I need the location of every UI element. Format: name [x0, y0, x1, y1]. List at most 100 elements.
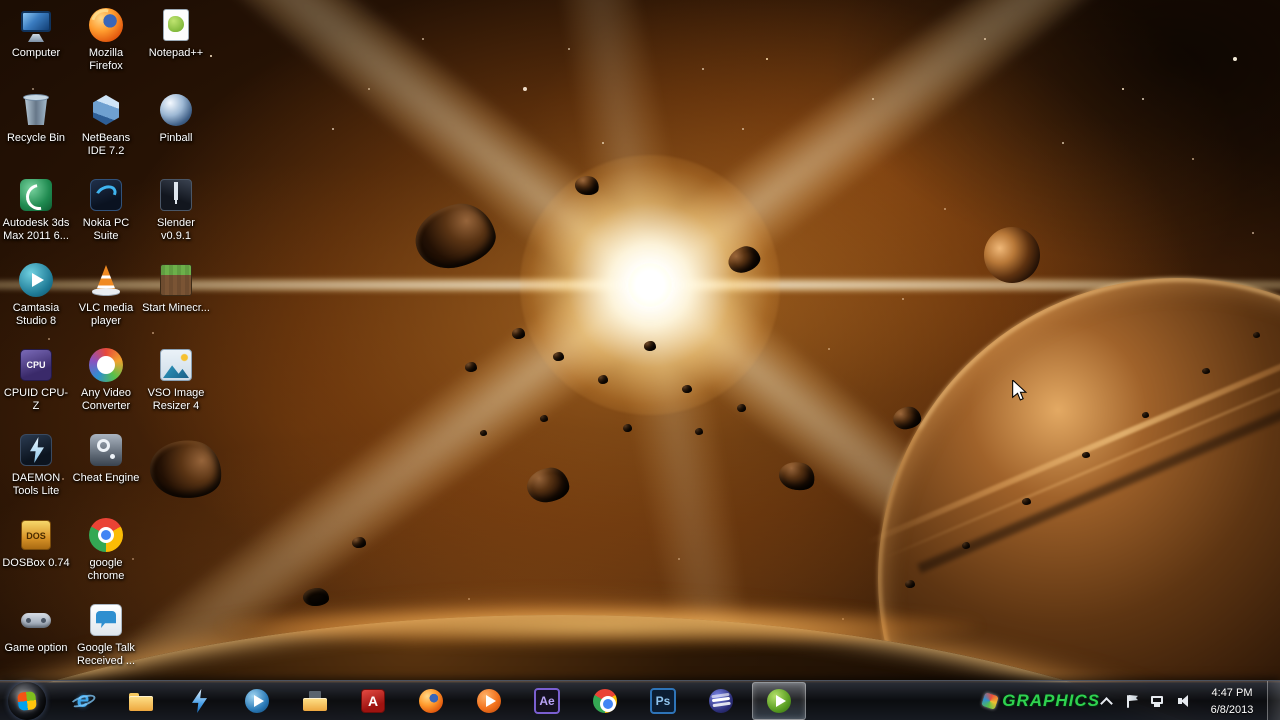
- desktop-icon-label: Autodesk 3ds Max 2011 6...: [2, 217, 70, 243]
- network-icon[interactable]: [1150, 693, 1166, 709]
- desktop-icon-label: Camtasia Studio 8: [12, 302, 60, 328]
- desktop-icon-label: Game option: [4, 642, 68, 654]
- slender-icon: [157, 176, 195, 214]
- desktop-icon-vlc[interactable]: VLC media player: [71, 261, 141, 329]
- desktop-icon-game-option[interactable]: Game option: [1, 601, 71, 655]
- desktop-icon-firefox[interactable]: Mozilla Firefox: [71, 6, 141, 74]
- asteroid: [540, 415, 548, 422]
- asteroid: [465, 362, 477, 372]
- desktop-icon-netbeans[interactable]: NetBeans IDE 7.2: [71, 91, 141, 159]
- asteroid: [598, 375, 608, 384]
- start-button[interactable]: [8, 682, 46, 720]
- desktop-icon-start-minecraft[interactable]: Start Minecr...: [141, 261, 211, 315]
- system-tray: [1098, 681, 1192, 720]
- media-player-icon: [243, 687, 271, 715]
- show-desktop-button[interactable]: [1267, 681, 1280, 720]
- star-core: [628, 263, 672, 307]
- folder-icon: [127, 687, 155, 715]
- netbeans-icon: [87, 91, 125, 129]
- taskbar-item-firefox[interactable]: [404, 682, 458, 720]
- asteroid: [1082, 452, 1090, 458]
- taskbar-item-chrome[interactable]: [578, 682, 632, 720]
- minecraft-icon: [157, 261, 195, 299]
- taskbar-item-camtasia-recorder[interactable]: [752, 682, 806, 720]
- desktop-icon-recycle-bin[interactable]: Recycle Bin: [1, 91, 71, 145]
- desktop-icon-label: VLC media player: [78, 302, 134, 328]
- desktop-icon-label: Slender v0.9.1: [157, 217, 195, 243]
- any-video-converter-icon: [87, 346, 125, 384]
- asteroid: [623, 424, 632, 432]
- taskbar-item-eclipse[interactable]: [694, 682, 748, 720]
- vso-image-resizer-icon: [157, 346, 195, 384]
- dosbox-icon: DOS: [17, 516, 55, 554]
- taskbar-item-after-effects[interactable]: Ae: [520, 682, 574, 720]
- desktop-icon-chrome[interactable]: google chrome: [71, 516, 141, 584]
- cpu-z-icon: CPU: [17, 346, 55, 384]
- action-center-icon[interactable]: [1124, 693, 1140, 709]
- video-watermark: GRAPHICS: [981, 691, 1100, 711]
- asteroid: [905, 580, 915, 588]
- desktop-icon-nokia-pc-suite[interactable]: Nokia PC Suite: [71, 176, 141, 244]
- asteroid: [553, 352, 564, 361]
- asteroid: [1202, 368, 1210, 374]
- desktop-icon-google-talk[interactable]: Google Talk Received ...: [71, 601, 141, 669]
- media-player-orange-icon: [475, 687, 503, 715]
- show-hidden-icons-button[interactable]: [1098, 693, 1114, 709]
- asteroid: [352, 537, 366, 548]
- computer-icon: [17, 6, 55, 44]
- desktop-icon-camtasia-studio[interactable]: Camtasia Studio 8: [1, 261, 71, 329]
- taskbar-item-photoshop[interactable]: Ps: [636, 682, 690, 720]
- desktop-icon-label: NetBeans IDE 7.2: [81, 132, 131, 158]
- desktop-icon-slender[interactable]: Slender v0.9.1: [141, 176, 211, 244]
- desktop-icon-label: Nokia PC Suite: [82, 217, 130, 243]
- chrome-icon: [591, 687, 619, 715]
- desktop-icon-label: google chrome: [87, 557, 125, 583]
- desktop-icon-cpu-z[interactable]: CPU CPUID CPU-Z: [1, 346, 71, 414]
- stars-layer: [0, 0, 2, 2]
- desktop-icon-pinball[interactable]: Pinball: [141, 91, 211, 145]
- desktop-icon-label: VSO Image Resizer 4: [147, 387, 205, 413]
- firefox-icon: [417, 687, 445, 715]
- taskbar-item-adobe-reader[interactable]: A: [346, 682, 400, 720]
- desktop-icon-cheat-engine[interactable]: Cheat Engine: [71, 431, 141, 485]
- asteroid: [1253, 332, 1260, 338]
- taskbar-item-windows-explorer[interactable]: [114, 682, 168, 720]
- desktop-icon-any-video-converter[interactable]: Any Video Converter: [71, 346, 141, 414]
- watermark-logo-icon: [981, 692, 1000, 710]
- taskbar-item-documents-folder[interactable]: [288, 682, 342, 720]
- desktop-icon-vso-image-resizer[interactable]: VSO Image Resizer 4: [141, 346, 211, 414]
- taskbar-clock[interactable]: 4:47 PM 6/8/2013: [1200, 685, 1264, 718]
- taskbar-item-internet-explorer[interactable]: e: [56, 682, 110, 720]
- autodesk-3ds-max-icon: [17, 176, 55, 214]
- desktop-icon-dosbox[interactable]: DOS DOSBox 0.74: [1, 516, 71, 570]
- cpu-z-icon-text: CPU: [26, 360, 46, 370]
- taskbar-item-thunder-downloader[interactable]: [172, 682, 226, 720]
- desktop-icon-label: Recycle Bin: [6, 132, 66, 144]
- desktop-icon-label: Google Talk Received ...: [76, 642, 136, 668]
- desktop-icon-label: DOSBox 0.74: [2, 557, 70, 569]
- notepad-plus-plus-icon: [157, 6, 195, 44]
- asteroid: [480, 430, 487, 436]
- desktop-icon-autodesk-3ds-max[interactable]: Autodesk 3ds Max 2011 6...: [1, 176, 71, 244]
- desktop-icon-label: Any Video Converter: [81, 387, 131, 413]
- volume-icon[interactable]: [1176, 693, 1192, 709]
- recycle-bin-icon: [17, 91, 55, 129]
- asteroid: [512, 328, 525, 339]
- ie-icon-text: e: [76, 687, 90, 712]
- pinball-icon: [157, 91, 195, 129]
- documents-folder-icon: [301, 687, 329, 715]
- asteroid: [1022, 498, 1031, 505]
- desktop-icon-computer[interactable]: Computer: [1, 6, 71, 60]
- vlc-icon: [87, 261, 125, 299]
- desktop-icon-notepad-plus-plus[interactable]: Notepad++: [141, 6, 211, 60]
- internet-explorer-icon: e: [69, 687, 97, 715]
- camtasia-studio-icon: [17, 261, 55, 299]
- reader-icon-text: A: [367, 693, 379, 709]
- firefox-icon: [87, 6, 125, 44]
- desktop-icon-daemon-tools[interactable]: DAEMON Tools Lite: [1, 431, 71, 499]
- desktop-icon-label: Cheat Engine: [72, 472, 140, 484]
- taskbar-item-media-player-orange[interactable]: [462, 682, 516, 720]
- taskbar-item-media-player-blue[interactable]: [230, 682, 284, 720]
- desktop-icon-label: Computer: [11, 47, 61, 59]
- dosbox-icon-text: DOS: [26, 531, 46, 541]
